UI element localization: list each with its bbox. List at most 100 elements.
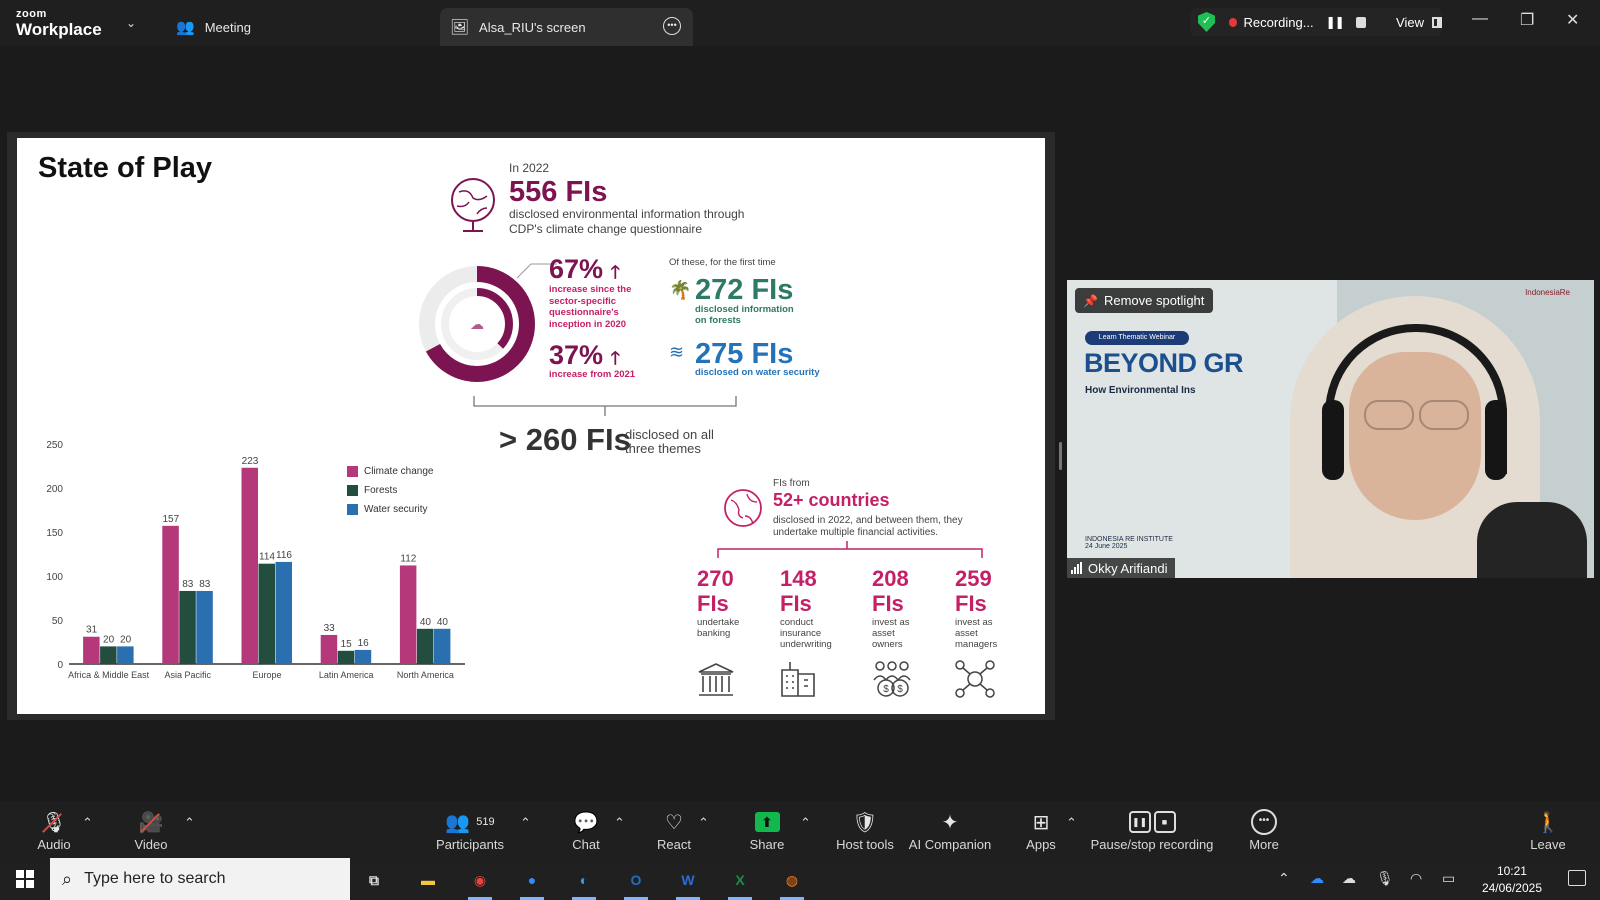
zoom-logo[interactable]: zoom Workplace <box>16 8 102 39</box>
zoom-app-icon[interactable]: ● <box>514 864 550 900</box>
slide-title: State of Play <box>38 152 213 184</box>
search-icon: ⌕ <box>62 868 73 889</box>
heart-icon: ♡ <box>665 811 683 834</box>
bar <box>320 634 338 664</box>
headline-value: 556 FIs <box>509 176 608 208</box>
tray-expand-icon[interactable]: ⌃ <box>1278 870 1290 887</box>
more-icon: ••• <box>1251 809 1277 835</box>
network-icon <box>955 660 995 698</box>
pause-stop-recording-button[interactable]: ❚❚ ■ Pause/stop recording <box>1088 807 1216 852</box>
slide: State of Play In 2022 556 FIs disclosed … <box>17 138 1045 714</box>
outlook-icon[interactable]: O <box>618 864 654 900</box>
bar <box>100 646 117 664</box>
display-icon[interactable]: ▭ <box>1442 870 1455 887</box>
y-tick-label: 150 <box>46 528 63 539</box>
chevron-down-icon[interactable]: ⌄ <box>126 16 136 30</box>
react-button[interactable]: ♡ React <box>656 807 692 853</box>
bar <box>241 467 258 664</box>
people-icon: 👥 <box>176 19 195 36</box>
chat-options-caret[interactable]: ⌃ <box>614 815 625 831</box>
ai-companion-button[interactable]: ✦ AI Companion <box>908 807 992 853</box>
bar <box>399 565 417 664</box>
participant-name-tag: Okky Arifiandi <box>1067 558 1176 578</box>
react-options-caret[interactable]: ⌃ <box>698 815 709 831</box>
donut-chart: ☁ <box>419 266 535 382</box>
encryption-shield-icon[interactable]: ✓ <box>1198 12 1215 32</box>
react-label: React <box>657 837 691 852</box>
apps-icon: ⊞ <box>1032 811 1050 834</box>
activities-bracket <box>717 541 983 558</box>
participant-name: Okky Arifiandi <box>1088 560 1168 576</box>
more-options-icon[interactable]: ••• <box>663 17 681 35</box>
participants-button[interactable]: 👥 519 Participants <box>432 807 508 853</box>
restore-icon[interactable]: ❐ <box>1520 10 1534 30</box>
audio-options-caret[interactable]: ⌃ <box>82 815 93 831</box>
task-view-icon[interactable]: ⧉ <box>356 864 392 896</box>
bank-icon <box>698 663 734 696</box>
chat-button[interactable]: 💬 Chat <box>568 807 604 853</box>
windows-start-icon[interactable] <box>16 870 34 888</box>
world-people-icon <box>724 489 762 527</box>
clock-date: 24/06/2025 <box>1481 881 1542 895</box>
logo-top-text: zoom <box>16 8 47 20</box>
onedrive-icon[interactable]: ☁ <box>1310 870 1324 887</box>
video-button[interactable]: 🎥 Video <box>133 807 169 853</box>
wifi-icon[interactable]: ◠ <box>1410 870 1422 887</box>
year-label: In 2022 <box>509 161 550 175</box>
bar-value-label: 15 <box>341 639 353 650</box>
bar-value-label: 40 <box>420 617 432 628</box>
pause-recording-icon[interactable]: ❚❚ <box>1326 15 1345 29</box>
cloud-sync-icon[interactable]: ☁ <box>1342 870 1356 887</box>
clock-time: 10:21 <box>1496 864 1527 878</box>
word-icon[interactable]: W <box>670 864 706 900</box>
more-button[interactable]: ••• More <box>1244 807 1284 852</box>
bar <box>83 636 100 664</box>
panel-resize-handle[interactable] <box>1059 442 1062 470</box>
participants-options-caret[interactable]: ⌃ <box>520 815 531 831</box>
remove-spotlight-button[interactable]: 📌 Remove spotlight <box>1075 288 1214 313</box>
participants-label: Participants <box>436 837 504 852</box>
y-tick-label: 200 <box>46 484 63 495</box>
leave-button[interactable]: 🚶 Leave <box>1530 807 1566 853</box>
stop-recording-icon[interactable] <box>1355 16 1367 28</box>
tab-meeting-label: Meeting <box>204 19 251 35</box>
apps-options-caret[interactable]: ⌃ <box>1066 815 1077 831</box>
minimize-icon[interactable]: — <box>1472 10 1488 28</box>
sparkle-icon: ✦ <box>941 811 959 834</box>
microphone-icon[interactable]: 🎙 <box>1376 870 1394 887</box>
view-button[interactable]: View <box>1396 15 1442 30</box>
tab-meeting[interactable]: 👥 Meeting <box>176 8 251 46</box>
chat-icon: 💬 <box>573 811 599 834</box>
countries-desc-1: disclosed in 2022, and between them, the… <box>773 515 963 526</box>
edge-icon[interactable]: ◐ <box>566 864 602 900</box>
stat-37-desc: increase from 2021 <box>549 369 636 380</box>
x-tick-label: Europe <box>252 670 281 680</box>
video-options-caret[interactable]: ⌃ <box>184 815 195 831</box>
banner-logo: IndonesiaRe <box>1525 288 1570 297</box>
bar <box>275 561 292 664</box>
participants-icon: 👥 <box>445 811 471 834</box>
chrome-icon[interactable]: ◉ <box>462 864 498 900</box>
all-three-value: > 260 FIs <box>499 422 631 457</box>
tab-shared-screen[interactable]: 🖼 Alsa_RIU's screen ••• <box>440 8 693 46</box>
headline-desc-1: disclosed environmental information thro… <box>509 207 745 221</box>
apps-button[interactable]: ⊞ Apps <box>1024 807 1058 853</box>
taskbar-search-input[interactable]: ⌕ Type here to search <box>50 858 350 900</box>
share-options-caret[interactable]: ⌃ <box>800 815 811 831</box>
excel-icon[interactable]: X <box>722 864 758 900</box>
close-icon[interactable]: ✕ <box>1566 10 1579 30</box>
audio-button[interactable]: 🎙 Audio <box>36 807 72 853</box>
host-tools-button[interactable]: 🛡 Host tools <box>830 807 900 853</box>
bar-value-label: 112 <box>400 553 416 564</box>
title-bar: zoom Workplace ⌄ 👥 Meeting 🖼 Alsa_RIU's … <box>0 0 1600 46</box>
firefox-icon[interactable]: ◍ <box>774 864 810 900</box>
file-explorer-icon[interactable]: ▬ <box>410 864 446 896</box>
notifications-icon[interactable] <box>1568 870 1586 886</box>
all-three-desc-2: three themes <box>625 441 701 456</box>
bar <box>354 649 372 664</box>
view-icon <box>1432 16 1442 28</box>
share-button[interactable]: ⬆ Share <box>748 807 786 852</box>
speaker-video[interactable]: Learn Thematic Webinar BEYOND GR How Env… <box>1067 280 1594 578</box>
chart-legend: Climate change Forests Water security <box>347 466 433 515</box>
taskbar-clock[interactable]: 10:21 24/06/2025 <box>1482 863 1542 897</box>
